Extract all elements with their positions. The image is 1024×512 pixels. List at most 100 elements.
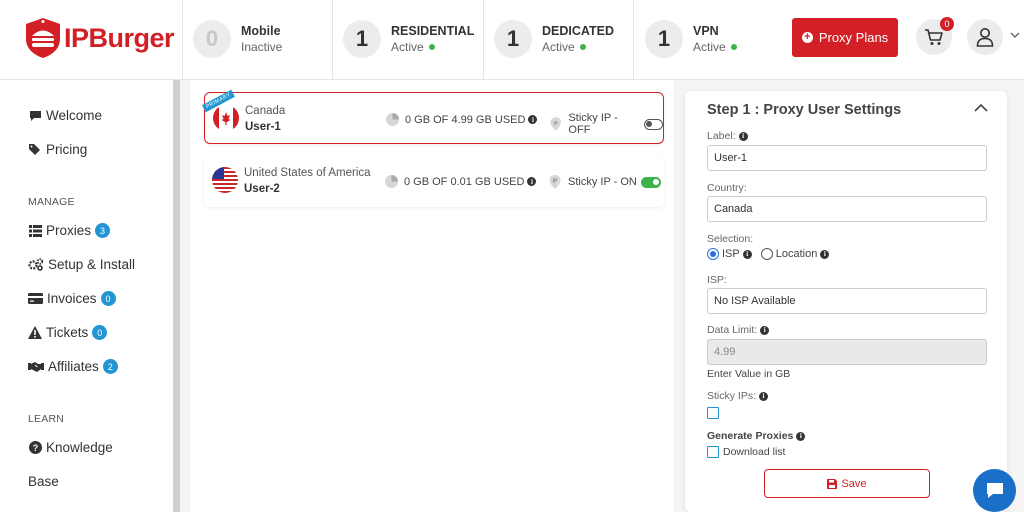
comment-icon [28, 109, 42, 123]
proxy-row-user-1[interactable]: PRIMARY Canada User-1 0 GB OF 4.99 GB US… [202, 89, 664, 144]
info-icon[interactable]: i [738, 131, 748, 141]
data-limit-hint: Enter Value in GB [707, 368, 791, 380]
info-icon[interactable]: i [820, 249, 830, 259]
sidebar-item-affiliates[interactable]: Affiliates 2 [28, 359, 118, 374]
svg-text:?: ? [32, 443, 38, 453]
label-input[interactable]: User-1 [707, 145, 987, 171]
stat-count: 1 [645, 20, 683, 58]
stat-mobile[interactable]: 0 Mobile Inactive [193, 20, 282, 58]
toggle-switch[interactable] [643, 118, 663, 130]
info-icon[interactable]: i [796, 431, 806, 441]
cogs-icon [28, 258, 44, 272]
selection-radio-group: ISP i Location i [707, 248, 830, 260]
active-dot-icon [730, 44, 737, 50]
sidebar-item-label: Setup & Install [48, 257, 136, 272]
stat-dedicated[interactable]: 1 DEDICATED Active [494, 20, 614, 58]
cart-button[interactable]: 0 [916, 17, 954, 55]
chevron-down-icon[interactable] [1010, 32, 1020, 39]
sidebar-scrollbar[interactable] [173, 80, 180, 512]
cart-icon [925, 29, 943, 45]
sidebar-item-label: Pricing [46, 142, 88, 157]
info-icon[interactable]: i [528, 115, 538, 124]
save-button[interactable]: Save [764, 469, 930, 498]
list-icon [28, 224, 42, 238]
info-icon[interactable]: i [527, 177, 537, 186]
plus-circle-icon: + [801, 32, 813, 43]
info-icon[interactable]: i [760, 325, 770, 335]
sidebar-item-welcome[interactable]: Welcome [28, 108, 102, 123]
isp-input[interactable]: No ISP Available [707, 288, 987, 314]
sticky-ip-toggle[interactable]: IP Sticky IP - ON [548, 174, 661, 190]
country-field-label: Country: [707, 182, 747, 194]
country-input[interactable]: Canada [707, 196, 987, 222]
sidebar-item-label: Affiliates [48, 359, 99, 374]
active-dot-icon [428, 44, 435, 50]
stat-count: 1 [343, 20, 381, 58]
burger-shield-icon [24, 17, 62, 59]
sticky-ip-toggle[interactable]: IP Sticky IP - OFF [549, 112, 663, 136]
download-list-checkbox[interactable] [707, 446, 719, 458]
radio-isp-label: ISP [722, 248, 740, 260]
proxy-usage: 0 GB OF 0.01 GB USED i [384, 174, 537, 189]
sidebar-item-label: Knowledge [46, 440, 113, 455]
affiliates-count-badge: 2 [102, 359, 118, 374]
svg-text:IP: IP [553, 120, 558, 126]
invoices-count-badge: 0 [100, 291, 116, 306]
canada-flag-icon [213, 105, 239, 131]
logo-text: IPBurger [64, 22, 175, 53]
ipburger-logo[interactable]: IPBurger [24, 17, 175, 59]
label-field-label: Label: i [707, 130, 748, 142]
sticky-ip-label: Sticky IP - OFF [568, 112, 618, 136]
sidebar-item-label: Invoices [47, 291, 97, 306]
proxies-count-badge: 3 [95, 223, 111, 238]
data-limit-input[interactable]: 4.99 [707, 339, 987, 365]
credit-card-icon [28, 292, 43, 306]
sticky-ips-checkbox[interactable] [707, 407, 719, 419]
sticky-ip-label: Sticky IP - ON [568, 176, 637, 188]
radio-location-label: Location [775, 248, 818, 260]
sidebar-item-proxies[interactable]: Proxies 3 [28, 223, 111, 238]
info-icon[interactable]: i [742, 249, 752, 259]
proxy-row-user-2[interactable]: United States of America User-2 0 GB OF … [204, 155, 664, 207]
radio-location[interactable] [760, 248, 773, 260]
stat-vpn[interactable]: 1 VPN Active [645, 20, 737, 58]
radio-isp[interactable] [707, 248, 719, 260]
sidebar-item-label: Base [28, 474, 59, 489]
sidebar-item-label: Welcome [46, 108, 103, 123]
sidebar-item-setup-install[interactable]: Setup & Install [28, 257, 135, 272]
stat-status: Inactive [241, 40, 283, 54]
toggle-switch[interactable] [640, 176, 661, 188]
isp-field-label: ISP: [707, 274, 727, 286]
info-icon[interactable]: i [759, 391, 769, 401]
sidebar-item-knowledge-base[interactable]: Base [28, 474, 59, 489]
chevron-up-icon[interactable] [974, 103, 988, 112]
warning-icon [28, 326, 42, 340]
sidebar-item-knowledge[interactable]: ? Knowledge [28, 440, 113, 455]
pie-chart-icon [385, 175, 398, 188]
chat-button[interactable] [973, 469, 1016, 512]
stat-residential[interactable]: 1 RESIDENTIAL Active [343, 20, 474, 58]
proxy-user: User-2 [244, 183, 280, 195]
usa-flag-icon [212, 167, 238, 193]
sidebar-item-tickets[interactable]: Tickets 0 [28, 325, 108, 340]
sidebar-item-invoices[interactable]: Invoices 0 [28, 291, 116, 306]
active-dot-icon [579, 44, 586, 50]
ip-pin-icon: IP [550, 117, 561, 131]
stat-count: 1 [494, 20, 532, 58]
generate-proxies-label: Generate Proxies i [707, 430, 806, 442]
sidebar-section-learn: LEARN [28, 413, 65, 425]
user-icon [976, 28, 994, 47]
stat-title: RESIDENTIAL [391, 24, 475, 38]
sidebar-section-manage: MANAGE [28, 196, 75, 208]
usage-text: 0 GB OF 4.99 GB USED [405, 113, 526, 126]
sidebar-item-label: Tickets [46, 325, 89, 340]
svg-text:IP: IP [553, 179, 558, 185]
usage-text: 0 GB OF 0.01 GB USED [404, 175, 525, 188]
proxy-plans-button[interactable]: + Proxy Plans [792, 18, 898, 57]
proxy-user-settings-panel: Step 1 : Proxy User Settings Label: i Use… [685, 91, 1007, 512]
user-menu-button[interactable] [967, 19, 1003, 55]
chat-bubble-icon [986, 483, 1003, 498]
stat-status: Active [391, 40, 424, 54]
sidebar-item-pricing[interactable]: Pricing [28, 142, 87, 157]
tags-icon [28, 143, 42, 157]
